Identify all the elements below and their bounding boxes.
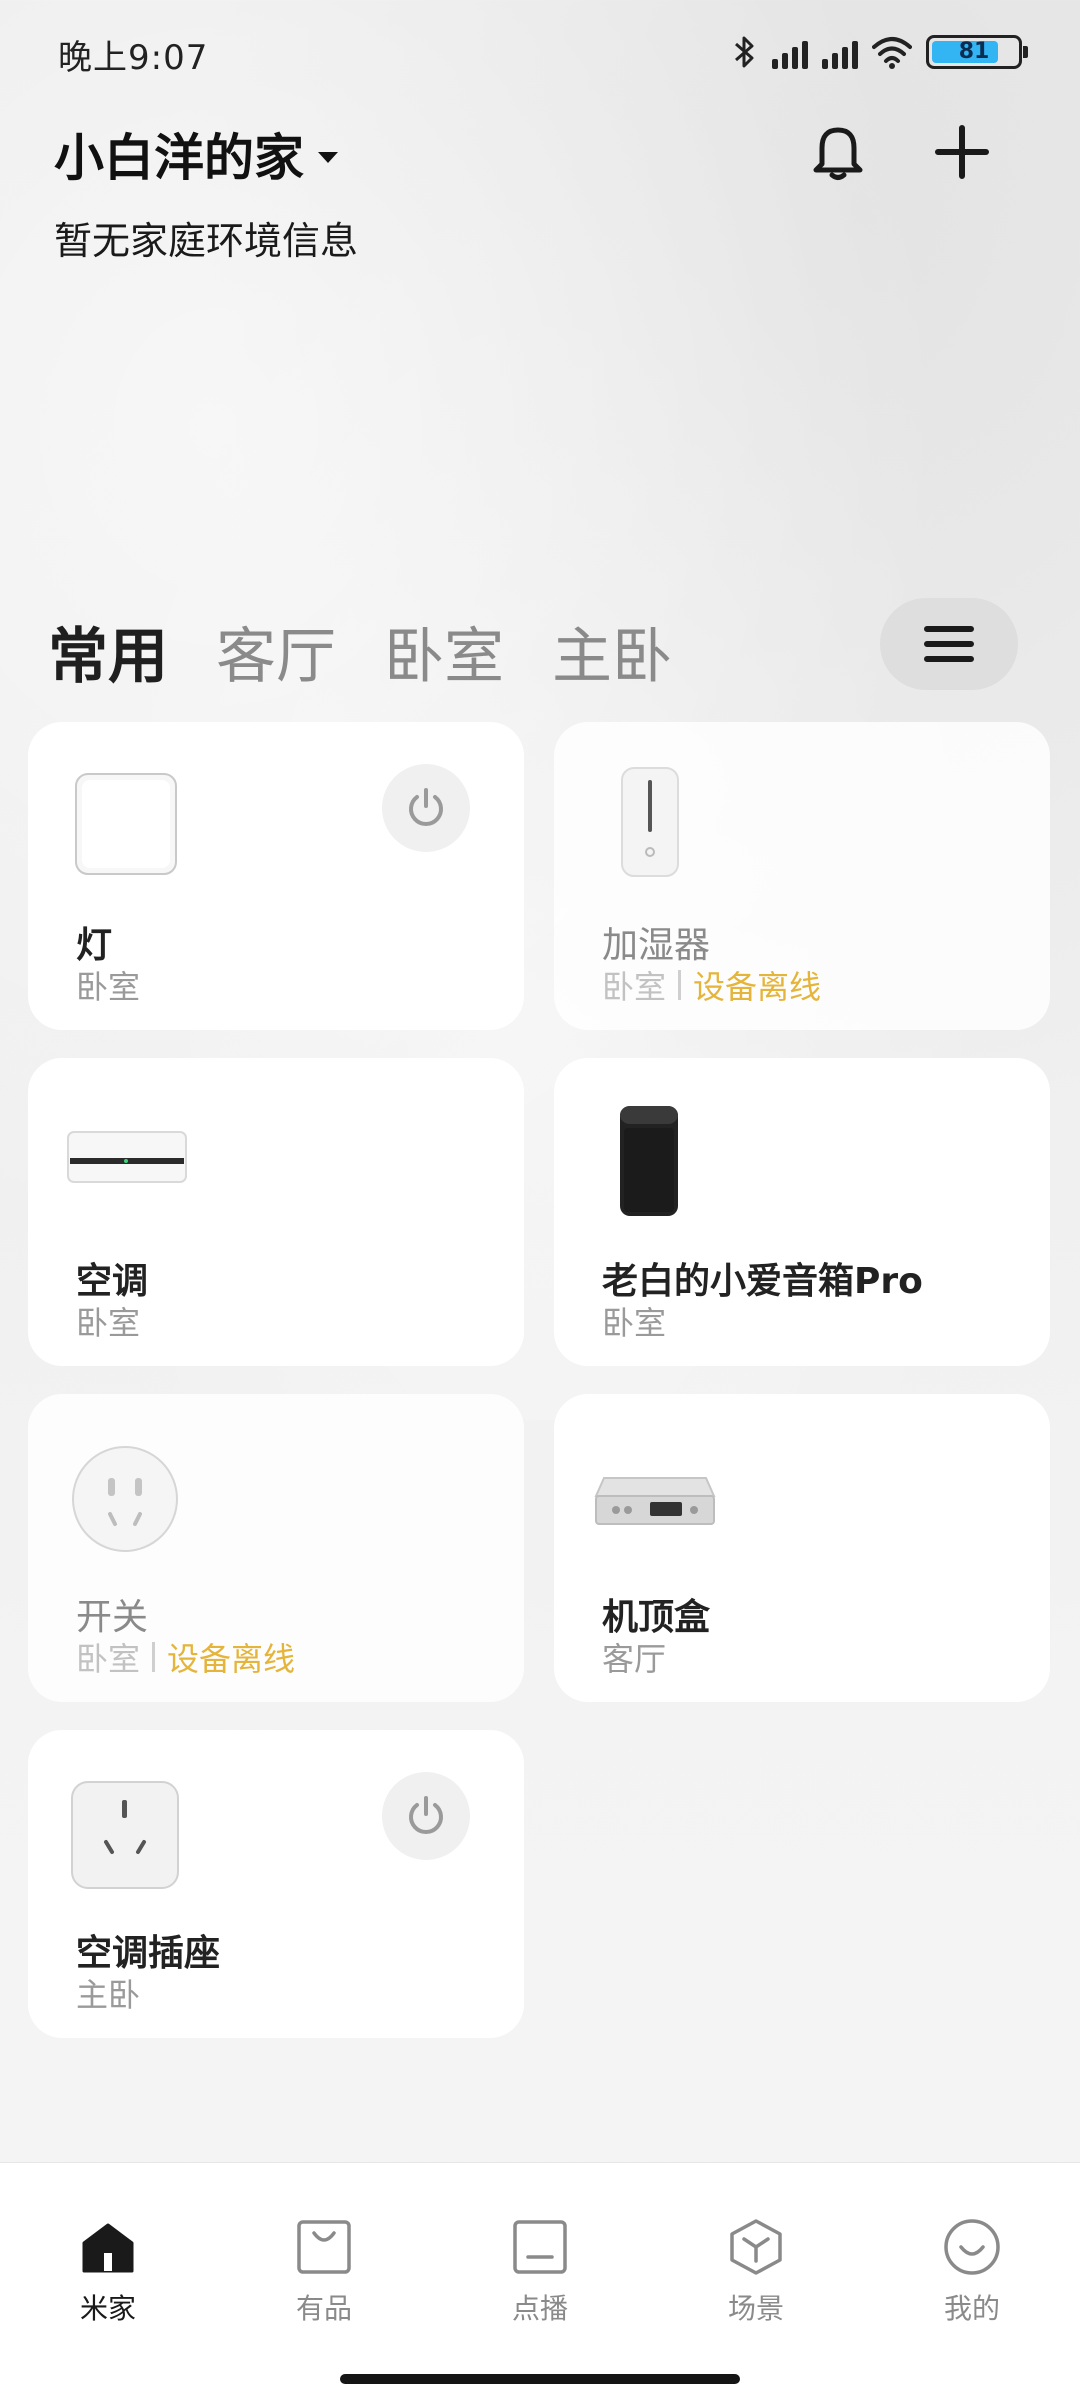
device-name: 空调 <box>76 1261 149 1302</box>
device-name: 开关 <box>76 1597 149 1638</box>
status-bar: 晚上9:07 81 <box>0 0 1080 110</box>
room-label: 卧室 <box>76 1304 141 1342</box>
home-name: 小白洋的家 <box>54 129 304 187</box>
tab-master-bedroom[interactable]: 主卧 <box>552 608 672 695</box>
media-icon <box>513 2220 567 2274</box>
room-tabs: 常用 客厅 卧室 主卧 <box>48 608 672 695</box>
device-room: 客厅 <box>602 1634 666 1680</box>
device-room: 卧室 <box>602 1298 666 1344</box>
home-icon <box>82 2223 134 2273</box>
divider <box>152 1642 156 1672</box>
room-label: 卧室 <box>76 968 141 1006</box>
tab-bedroom[interactable]: 卧室 <box>384 608 504 695</box>
device-name: 老白的小爱音箱Pro <box>602 1261 923 1302</box>
device-room: 卧室 <box>76 1298 140 1344</box>
nav-label: 有品 <box>295 2292 352 2325</box>
shopping-bag-icon <box>297 2220 351 2274</box>
room-label: 卧室 <box>76 1640 141 1678</box>
device-room: 主卧 <box>76 1970 140 2016</box>
battery-icon: 81 <box>926 35 1028 69</box>
plus-icon <box>935 125 989 179</box>
device-card-humidifier[interactable]: 加湿器 卧室 设备离线 <box>554 722 1050 1030</box>
nav-label: 场景 <box>727 2292 784 2325</box>
nav-profile[interactable]: 我的 <box>892 2217 1052 2327</box>
air-conditioner-image <box>67 1131 187 1183</box>
device-name: 空调插座 <box>76 1933 221 1974</box>
room-menu-button[interactable] <box>880 598 1018 690</box>
device-name: 加湿器 <box>602 925 711 966</box>
room-label: 卧室 <box>602 968 667 1006</box>
power-button[interactable] <box>382 1772 470 1860</box>
caret-down-icon <box>318 151 338 163</box>
device-card-set-top-box[interactable]: 机顶盒 客厅 <box>554 1394 1050 1702</box>
menu-icon <box>924 626 974 662</box>
power-icon <box>409 1796 443 1834</box>
scene-cube-icon <box>730 2219 782 2275</box>
smart-speaker-image <box>620 1106 678 1216</box>
power-icon <box>409 788 443 826</box>
tab-living-room[interactable]: 客厅 <box>216 608 336 695</box>
add-button[interactable] <box>922 112 1002 192</box>
ac-socket-image <box>71 1781 179 1889</box>
humidifier-image <box>621 767 679 877</box>
signal-icon-2 <box>822 35 858 69</box>
device-room: 卧室 设备离线 <box>76 1634 295 1680</box>
battery-level: 81 <box>958 39 990 64</box>
device-name: 灯 <box>76 925 113 966</box>
nav-label: 点播 <box>511 2292 568 2325</box>
status-time: 晚上9:07 <box>58 38 209 78</box>
bluetooth-icon <box>735 36 754 68</box>
nav-ondemand[interactable]: 点播 <box>460 2217 620 2327</box>
device-card-light[interactable]: 灯 卧室 <box>28 722 524 1030</box>
nav-mijia[interactable]: 米家 <box>28 2217 188 2327</box>
device-room: 卧室 设备离线 <box>602 962 821 1008</box>
room-label: 主卧 <box>76 1976 141 2014</box>
device-card-switch[interactable]: 开关 卧室 设备离线 <box>28 1394 524 1702</box>
device-name: 机顶盒 <box>602 1597 711 1638</box>
environment-info: 暂无家庭环境信息 <box>54 219 359 263</box>
status-icons: 81 <box>732 34 1028 70</box>
wifi-icon <box>872 37 912 69</box>
offline-status: 设备离线 <box>693 968 822 1006</box>
device-card-air-conditioner[interactable]: 空调 卧室 <box>28 1058 524 1366</box>
notification-button[interactable] <box>798 112 878 192</box>
signal-icon-1 <box>772 35 808 69</box>
nav-label: 米家 <box>79 2292 136 2325</box>
device-room: 卧室 <box>76 962 140 1008</box>
smile-icon <box>944 2219 1000 2275</box>
device-card-ac-socket[interactable]: 空调插座 主卧 <box>28 1730 524 2038</box>
divider <box>678 970 682 1000</box>
offline-status: 设备离线 <box>167 1640 296 1678</box>
power-button[interactable] <box>382 764 470 852</box>
nav-youpin[interactable]: 有品 <box>244 2217 404 2327</box>
set-top-box-image <box>594 1477 716 1525</box>
nav-label: 我的 <box>943 2292 1000 2325</box>
bottom-nav: 米家 有品 点播 场景 我的 <box>0 2162 1080 2401</box>
device-card-speaker[interactable]: 老白的小爱音箱Pro 卧室 <box>554 1058 1050 1366</box>
home-selector[interactable]: 小白洋的家 <box>54 118 338 190</box>
room-label: 卧室 <box>602 1304 667 1342</box>
home-indicator[interactable] <box>340 2374 740 2384</box>
room-label: 客厅 <box>602 1640 667 1678</box>
nav-scenes[interactable]: 场景 <box>676 2217 836 2327</box>
smart-plug-image <box>72 1446 178 1552</box>
wall-switch-image <box>75 773 177 875</box>
bell-icon <box>813 127 863 180</box>
tab-common[interactable]: 常用 <box>48 608 168 695</box>
